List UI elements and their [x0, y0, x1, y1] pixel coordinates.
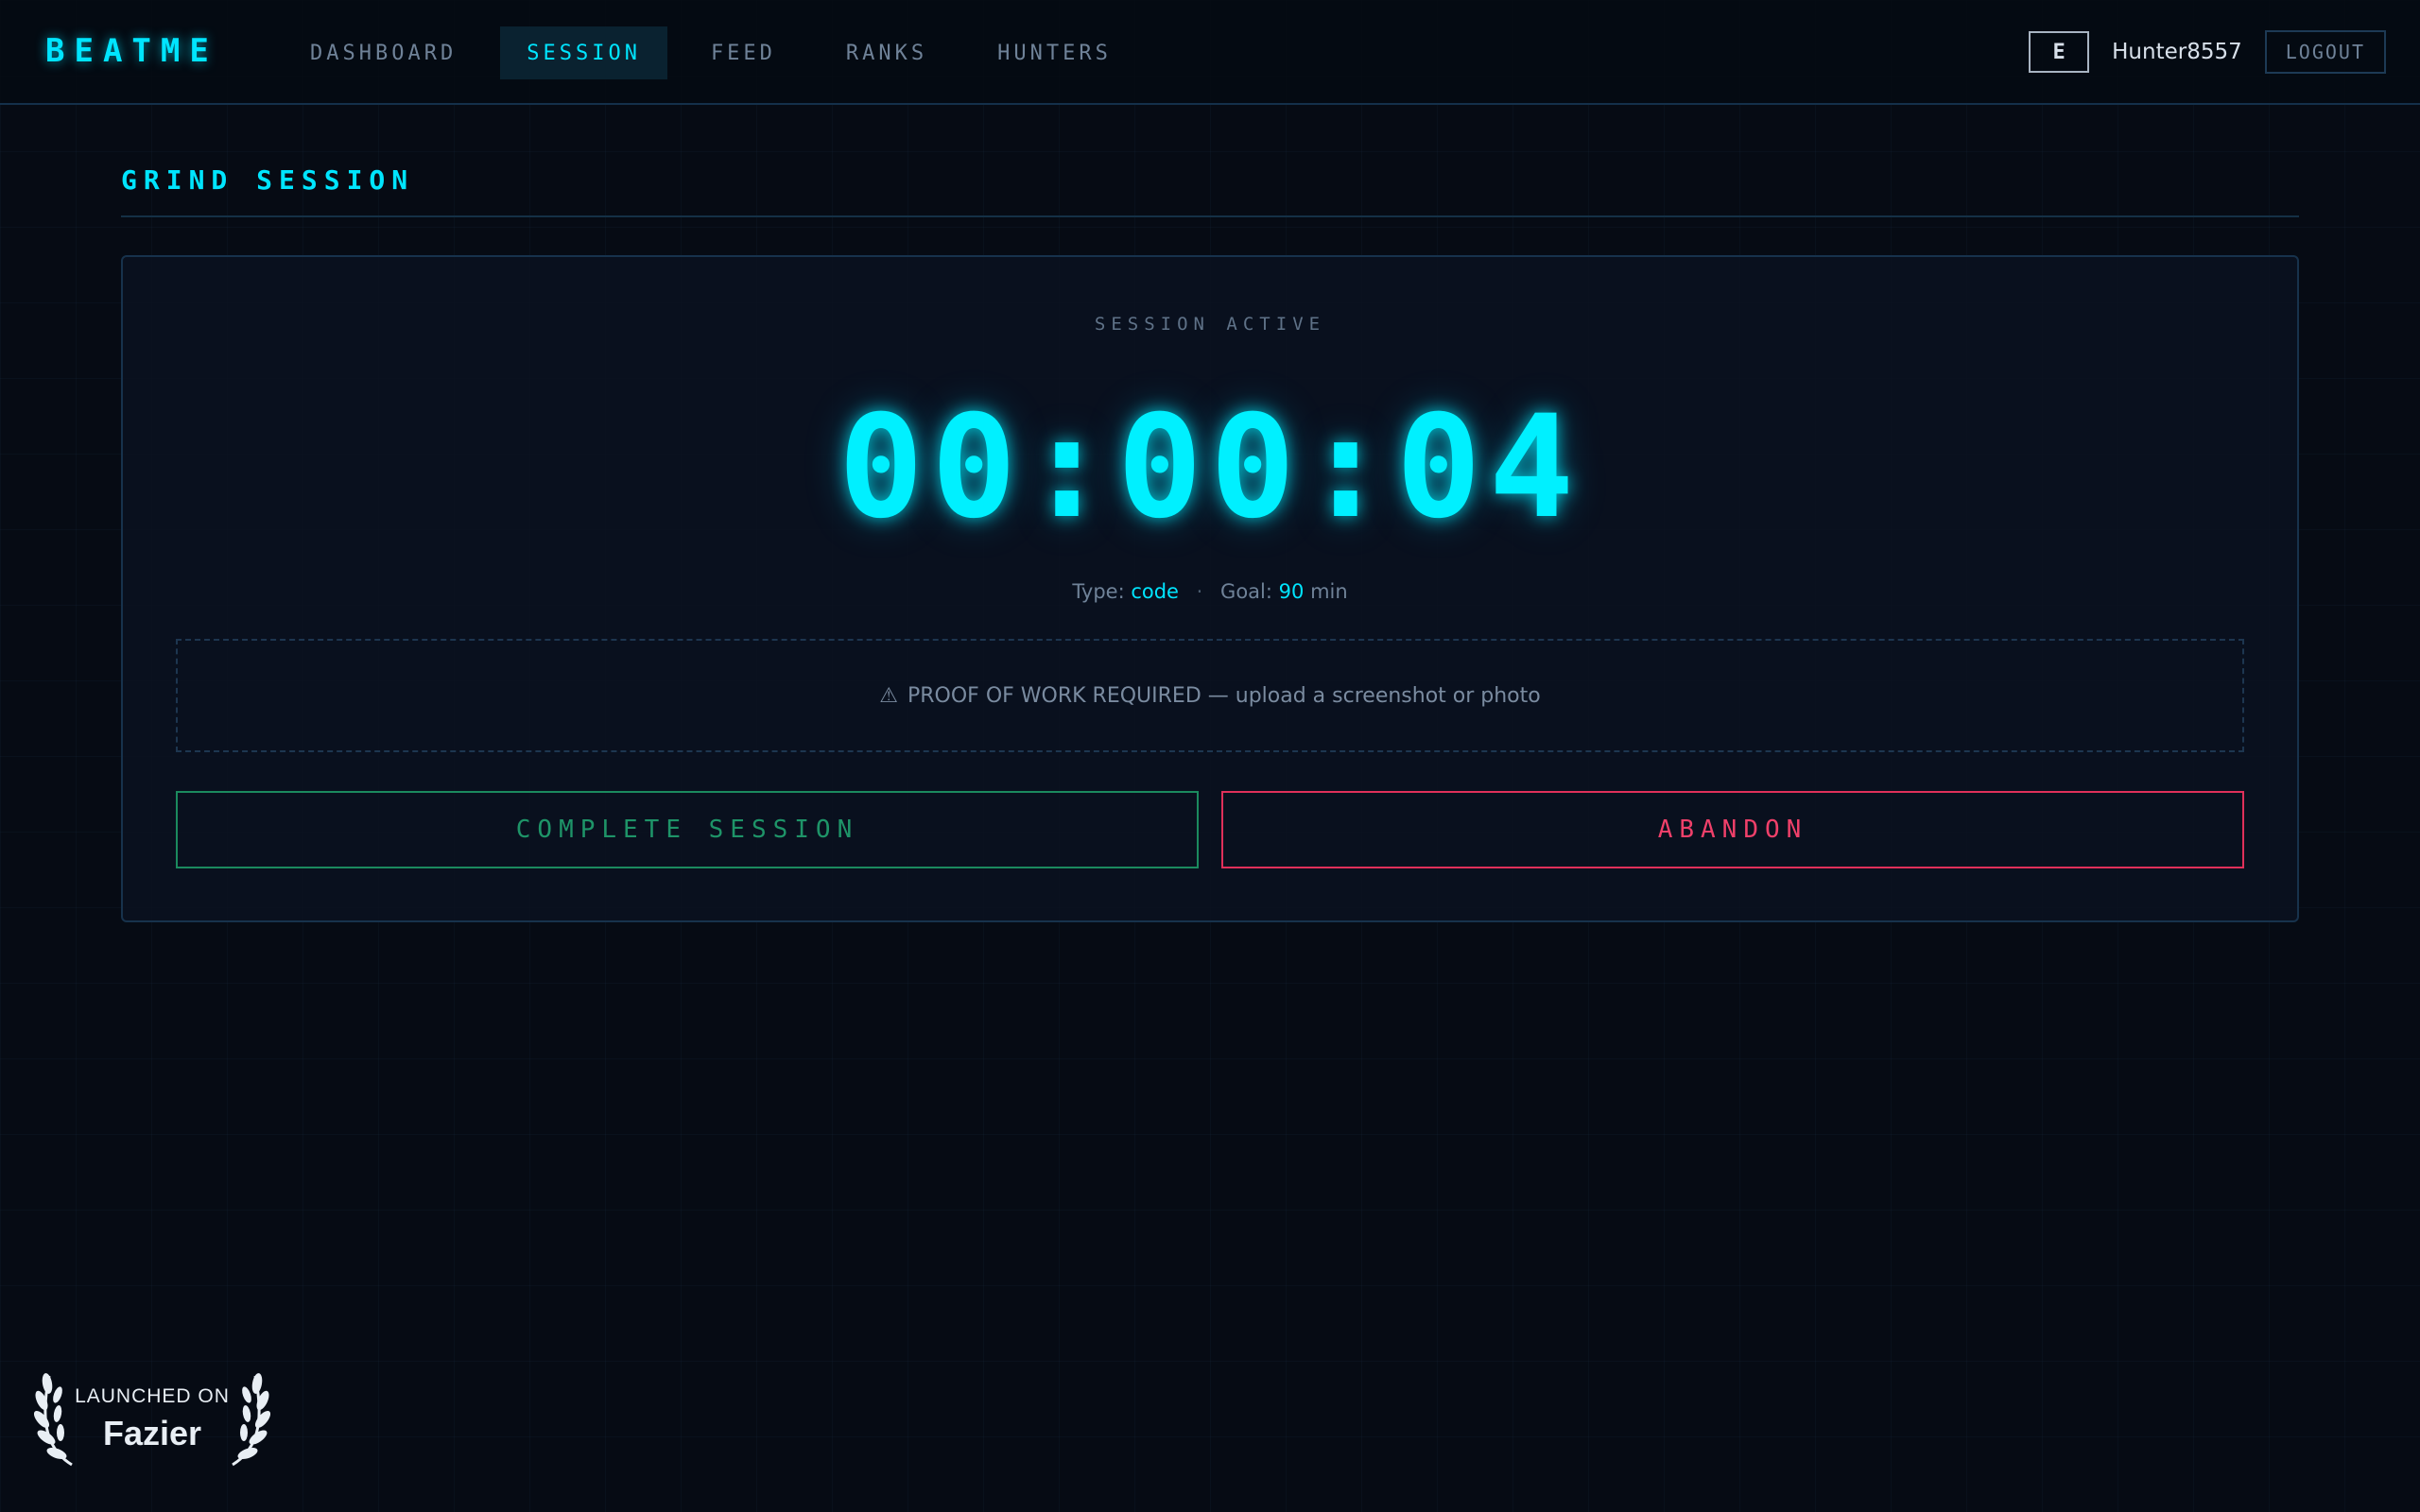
meta-separator: ·	[1196, 580, 1203, 603]
badge-brand-text: Fazier	[102, 1414, 202, 1452]
goal-unit: min	[1310, 580, 1348, 603]
nav-item-dashboard[interactable]: DASHBOARD	[284, 26, 483, 79]
complete-session-button[interactable]: COMPLETE SESSION	[176, 791, 1199, 868]
proof-upload-dropzone[interactable]: ⚠ PROOF OF WORK REQUIRED — upload a scre…	[176, 639, 2244, 752]
rank-badge: E	[2029, 31, 2090, 73]
nav-item-session[interactable]: SESSION	[500, 26, 667, 79]
logout-button[interactable]: LOGOUT	[2264, 30, 2386, 74]
username[interactable]: Hunter8557	[2112, 40, 2242, 64]
session-status: SESSION ACTIVE	[1094, 314, 1326, 335]
launched-on-fazier-badge[interactable]: LAUNCHED ON Fazier	[34, 1363, 270, 1469]
top-nav-bar: BEATME DASHBOARD SESSION FEED RANKS HUNT…	[0, 0, 2420, 105]
proof-text: PROOF OF WORK REQUIRED — upload a screen…	[907, 683, 1541, 708]
nav-item-ranks[interactable]: RANKS	[820, 26, 954, 79]
user-area: E Hunter8557 LOGOUT	[2029, 30, 2386, 74]
goal-value: 90	[1278, 580, 1305, 603]
badge-small-text: LAUNCHED ON	[75, 1385, 230, 1407]
title-divider	[121, 215, 2299, 217]
warning-icon: ⚠	[879, 683, 898, 708]
type-value: code	[1131, 580, 1179, 603]
abandon-button[interactable]: ABANDON	[1221, 791, 2244, 868]
main-nav: DASHBOARD SESSION FEED RANKS HUNTERS	[284, 26, 1155, 79]
page-title: GRIND SESSION	[121, 164, 415, 196]
session-timer: 00:00:04	[838, 386, 1582, 550]
type-label: Type:	[1072, 580, 1125, 603]
app-logo[interactable]: BEATME	[45, 32, 218, 70]
goal-label: Goal:	[1220, 580, 1272, 603]
nav-item-feed[interactable]: FEED	[684, 26, 803, 79]
nav-item-hunters[interactable]: HUNTERS	[971, 26, 1138, 79]
session-meta: Type: code · Goal: 90 min	[123, 580, 2297, 603]
session-card: SESSION ACTIVE 00:00:04 Type: code · Goa…	[121, 255, 2299, 922]
